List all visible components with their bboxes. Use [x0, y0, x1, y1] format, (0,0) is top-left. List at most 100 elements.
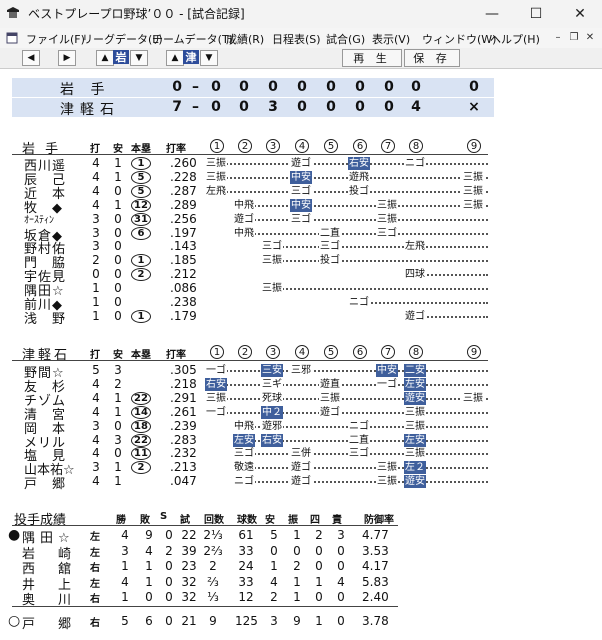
hits: 1 — [114, 460, 122, 475]
batting-average: .218 — [170, 376, 197, 391]
score-total: 7 — [172, 99, 182, 115]
pitching-column-header: 敗 — [140, 515, 150, 526]
inning-score: 0 — [384, 79, 394, 95]
menu-team-data[interactable]: チームデータ(T) — [152, 31, 233, 47]
at-bat-result: 遊ゴ — [290, 475, 312, 489]
home-runs: 18 — [131, 419, 151, 433]
batting-average: .283 — [170, 432, 197, 447]
prev-game-button[interactable]: ◀ — [22, 50, 40, 66]
pitching-stat: 0 — [165, 614, 173, 628]
pitching-stat: 0 — [165, 528, 173, 542]
home-runs: 1 — [131, 254, 151, 268]
pitching-stat: 1 — [270, 559, 278, 573]
mdi-restore-button[interactable]: ❐ — [566, 30, 582, 44]
team2-badge: 津 — [183, 50, 199, 64]
pitching-stat: 2 — [209, 559, 217, 573]
batting-average: .228 — [170, 169, 197, 184]
at-bats: 1 — [92, 281, 100, 296]
home-runs: 1 — [131, 157, 151, 170]
inning-number: 3 — [266, 345, 280, 359]
pitching-column-header: 四 — [310, 515, 320, 526]
menu-league-data[interactable]: リーグデータ(L) — [82, 31, 163, 47]
mdi-close-button[interactable]: ✕ — [582, 30, 598, 44]
menu-schedule[interactable]: 日程表(S) — [272, 31, 321, 47]
inning-score: 0 — [411, 79, 421, 95]
hits: 0 — [114, 418, 122, 433]
home-runs: 5 — [131, 170, 151, 184]
menu-view[interactable]: 表示(V) — [372, 31, 410, 47]
menu-file[interactable]: ファイル(F) — [26, 31, 85, 47]
menu-game[interactable]: 試合(G) — [326, 31, 365, 47]
menu-window[interactable]: ウィンドウ(W) — [422, 31, 496, 47]
team1-up-button[interactable]: ▲ — [96, 50, 114, 66]
result-leader — [233, 481, 488, 484]
pitching-stat: 32 — [181, 590, 197, 604]
at-bat-result: 三ゴ — [233, 447, 255, 461]
arrow-right-icon: ▶ — [63, 53, 71, 63]
team2-up-button[interactable]: ▲ — [166, 50, 184, 66]
batting-average: .291 — [170, 390, 197, 405]
play-button[interactable]: 再 生 — [342, 49, 402, 67]
inning-score: 0 — [297, 99, 307, 115]
inning-number: 9 — [467, 139, 481, 153]
pitching-stat: 4 — [337, 574, 345, 589]
at-bats: 4 — [92, 156, 100, 170]
minimize-button[interactable]: — — [470, 0, 514, 28]
next-game-button[interactable]: ▶ — [58, 50, 76, 66]
batting-average: .143 — [170, 239, 197, 254]
result-leader — [205, 176, 488, 179]
pitching-column-header: 防御率 — [364, 515, 394, 526]
mdi-minimize-button[interactable]: – — [550, 30, 566, 44]
home-runs: 12 — [131, 198, 151, 212]
at-bat-result: 三振 — [462, 391, 484, 405]
at-bat-result: 三ゴ — [261, 240, 283, 254]
menu-help[interactable]: ヘルプ(H) — [490, 31, 540, 47]
maximize-button[interactable]: ☐ — [514, 0, 558, 28]
at-bat-result: 一ゴ — [205, 364, 227, 377]
close-button[interactable]: ✕ — [558, 0, 602, 28]
pitching-stat: 0 — [315, 590, 323, 604]
at-bat-result: 三ゴ — [348, 447, 370, 461]
at-bat-result: 二直 — [348, 433, 370, 447]
column-header-hits: 安 — [113, 144, 123, 155]
pitching-stat: 2.40 — [362, 590, 389, 604]
result-mark: ○ — [8, 613, 21, 629]
at-bat-result: 三振 — [205, 391, 227, 405]
hit-result: 中安 — [290, 198, 312, 212]
pitching-stat: 3 — [270, 614, 278, 628]
result-leader — [205, 397, 488, 400]
menu-stats[interactable]: 成績(R) — [226, 31, 264, 47]
arrow-up-icon: ▲ — [171, 53, 179, 63]
column-header-avg: 打率 — [166, 350, 186, 361]
batting-average: .185 — [170, 253, 197, 268]
hits: 3 — [114, 432, 122, 447]
pitching-column-header: 責 — [332, 515, 342, 526]
at-bat-result: 中飛 — [233, 419, 255, 433]
at-bats: 4 — [92, 376, 100, 391]
at-bat-result: 三振 — [462, 170, 484, 184]
at-bat-result: 三ゴ — [290, 184, 312, 198]
batter-name: 浅 野 — [24, 311, 67, 327]
at-bat-result: 遊直 — [319, 377, 341, 391]
result-leader — [205, 411, 488, 414]
at-bat-result: 投ゴ — [319, 254, 341, 268]
at-bat-result: 三振 — [376, 212, 398, 226]
batting-average: .197 — [170, 225, 197, 240]
save-button[interactable]: 保 存 — [404, 49, 460, 67]
pitching-column-header: S — [160, 511, 168, 522]
pitching-column-header: 勝 — [116, 515, 126, 526]
home-runs: 1 — [131, 309, 151, 323]
team1-down-button[interactable]: ▼ — [130, 50, 148, 66]
team2-down-button[interactable]: ▼ — [200, 50, 218, 66]
pitching-stat: 1 — [293, 590, 301, 604]
at-bats: 4 — [92, 404, 100, 419]
pitching-stat: 4 — [121, 574, 129, 589]
inning-number: 7 — [381, 139, 395, 153]
result-leader — [233, 204, 488, 207]
hits: 2 — [114, 376, 122, 391]
hits: 0 — [114, 183, 122, 198]
at-bat-result: 三併 — [290, 447, 312, 461]
pitching-stat: 0 — [315, 559, 323, 573]
at-bats: 2 — [92, 253, 100, 268]
at-bat-result: 三振 — [205, 157, 227, 170]
